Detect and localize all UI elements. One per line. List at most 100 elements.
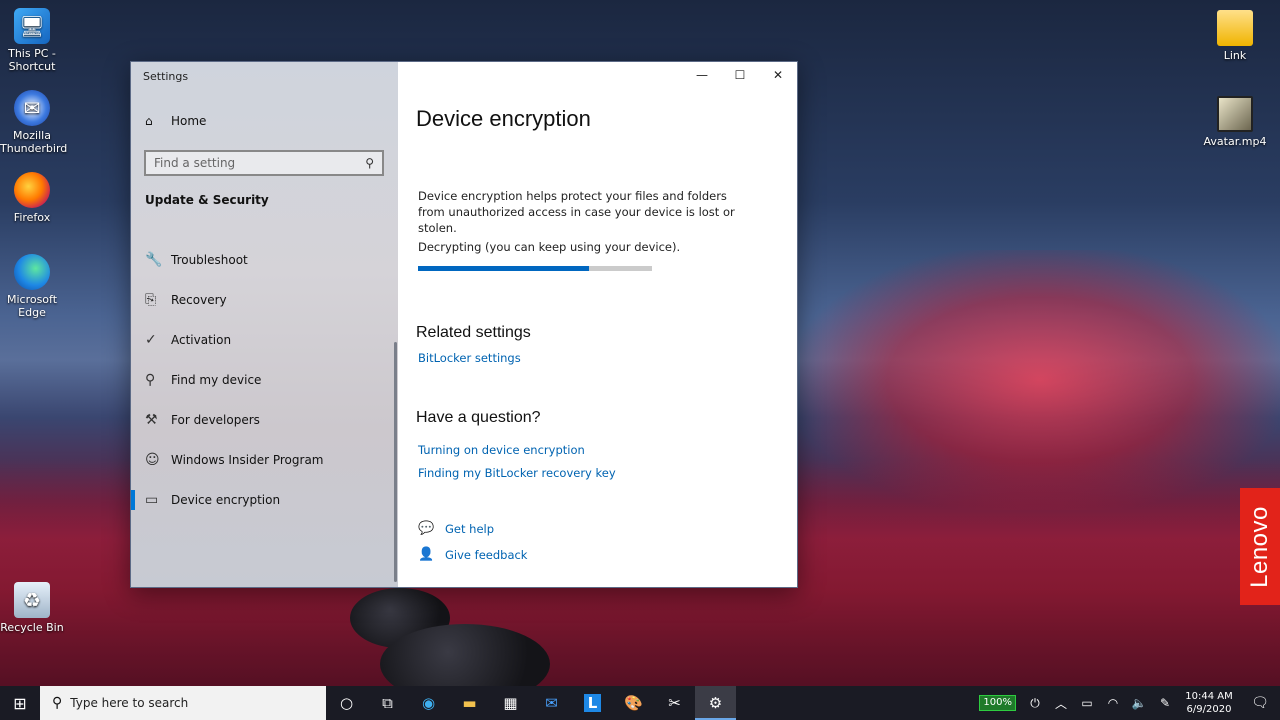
start-button[interactable]: ⊞ <box>0 686 40 720</box>
search-icon: ⚲ <box>52 695 63 711</box>
volume-icon[interactable]: 🔈 <box>1126 696 1152 710</box>
clock[interactable]: 10:44 AM 6/9/2020 <box>1178 690 1240 716</box>
wrench-icon: 🔧 <box>145 252 163 268</box>
give-feedback-label: Give feedback <box>445 547 528 562</box>
bitlocker-settings-link[interactable]: BitLocker settings <box>418 351 521 365</box>
sidebar-item-activation[interactable]: ✓ Activation <box>131 320 398 360</box>
desktop-icon-firefox[interactable]: Firefox <box>0 172 64 224</box>
taskbar-file-explorer[interactable]: ▬ <box>449 686 490 720</box>
desktop-icon-recycle-bin[interactable]: ♻ Recycle Bin <box>0 582 64 634</box>
sidebar-item-device-encryption[interactable]: ▭ Device encryption <box>131 480 398 520</box>
taskbar-snipping[interactable]: ✂ <box>654 686 695 720</box>
task-view-button[interactable]: ⧉ <box>367 686 408 720</box>
system-tray: 100% ⏻ ︿ ▭ ◠ 🔈 ✎ 10:44 AM 6/9/2020 🗨 <box>979 686 1280 720</box>
nav-scrollbar[interactable] <box>394 342 397 582</box>
folder-icon <box>1217 10 1253 46</box>
desktop-icon-label: Thunderbird <box>0 142 68 155</box>
nav-home[interactable]: ⌂ Home <box>145 114 206 128</box>
battery-percent-badge[interactable]: 100% <box>979 695 1016 711</box>
chat-help-icon: 💬 <box>418 521 435 536</box>
sidebar-item-find-my-device[interactable]: ⚲ Find my device <box>131 360 398 400</box>
sidebar-item-label: For developers <box>171 413 260 427</box>
taskbar-mail[interactable]: ✉ <box>531 686 572 720</box>
maximize-button[interactable]: ☐ <box>721 62 759 88</box>
find-recovery-key-link[interactable]: Finding my BitLocker recovery key <box>418 466 616 480</box>
taskbar-lenovo-vantage[interactable]: L <box>572 686 613 720</box>
feedback-icon: 👤 <box>418 547 435 562</box>
settings-window: Settings ⌂ Home ⚲ Update & Security 🔧 Tr… <box>130 61 798 588</box>
close-icon: ✕ <box>772 68 784 82</box>
snipping-icon: ✂ <box>668 694 681 712</box>
get-help-label: Get help <box>445 521 495 536</box>
file-explorer-icon: ▬ <box>462 694 477 712</box>
lenovo-logo: Lenovo <box>1240 488 1280 605</box>
insider-cat-icon: ☺ <box>145 452 160 468</box>
sidebar-item-troubleshoot[interactable]: 🔧 Troubleshoot <box>131 240 398 280</box>
store-icon: ▦ <box>503 694 518 712</box>
minimize-icon: — <box>696 68 708 82</box>
firefox-icon <box>14 172 50 208</box>
power-plug-icon[interactable]: ⏻ <box>1022 696 1048 711</box>
desktop-icon-label: Mozilla <box>13 129 51 142</box>
cortana-button[interactable]: ○ <box>326 686 367 720</box>
recycle-bin-icon: ♻ <box>14 582 50 618</box>
sidebar-item-label: Windows Insider Program <box>171 453 324 467</box>
chevron-up-icon[interactable]: ︿ <box>1048 695 1074 712</box>
section-title: Update & Security <box>145 193 269 207</box>
nav-home-label: Home <box>171 114 207 128</box>
find-setting-search[interactable]: ⚲ <box>144 150 384 176</box>
turning-on-encryption-link[interactable]: Turning on device encryption <box>418 443 585 457</box>
video-file-icon <box>1217 96 1253 132</box>
taskbar-settings[interactable]: ⚙ <box>695 686 736 720</box>
desktop-icon-avatar-video[interactable]: Avatar.mp4 <box>1203 96 1267 148</box>
sidebar-item-recovery[interactable]: ⎘ Recovery <box>131 280 398 320</box>
get-help-link[interactable]: 💬 Get help <box>418 521 494 536</box>
sidebar-item-label: Troubleshoot <box>171 253 248 267</box>
sidebar-item-label: Find my device <box>171 373 262 387</box>
notification-icon[interactable]: 🗨 <box>1240 695 1280 711</box>
home-icon: ⌂ <box>145 114 153 128</box>
check-circle-icon: ✓ <box>145 332 157 348</box>
desktop-icon-label: Link <box>1223 49 1247 62</box>
settings-gear-icon: ⚙ <box>708 694 723 712</box>
windows-logo-icon: ⊞ <box>13 693 27 713</box>
person-location-icon: ⚲ <box>145 372 156 388</box>
minimize-button[interactable]: — <box>683 62 721 88</box>
desktop-icon-label: Avatar.mp4 <box>1203 135 1267 148</box>
search-icon[interactable]: ⚲ <box>365 156 374 170</box>
pen-icon[interactable]: ✎ <box>1152 696 1178 710</box>
desktop-icon-label: Microsoft <box>6 293 58 306</box>
desktop-icon-thunderbird[interactable]: ✉ Mozilla Thunderbird <box>0 90 68 155</box>
edge-icon <box>14 254 50 290</box>
desktop-icon-label: Firefox <box>13 211 51 224</box>
sidebar-item-for-developers[interactable]: ⚒ For developers <box>131 400 398 440</box>
desktop-icon-label: Recycle Bin <box>0 621 64 634</box>
taskbar-store[interactable]: ▦ <box>490 686 531 720</box>
search-input[interactable] <box>154 156 366 170</box>
desktop-icon-link[interactable]: Link <box>1203 10 1267 62</box>
sidebar-item-windows-insider[interactable]: ☺ Windows Insider Program <box>131 440 398 480</box>
sidebar-item-label: Activation <box>171 333 232 347</box>
desktop-icon-edge[interactable]: Microsoft Edge <box>0 254 64 319</box>
edge-icon: ◉ <box>421 694 436 712</box>
content-pane: — ☐ ✕ Device encryption Device encryptio… <box>398 62 797 587</box>
taskbar-search[interactable]: ⚲ Type here to search <box>40 686 326 720</box>
page-title: Device encryption <box>416 106 591 131</box>
wifi-icon[interactable]: ◠ <box>1100 696 1126 710</box>
close-button[interactable]: ✕ <box>759 62 797 88</box>
taskbar-paint[interactable]: 🎨 <box>613 686 654 720</box>
battery-icon[interactable]: ▭ <box>1074 696 1100 710</box>
taskbar-edge[interactable]: ◉ <box>408 686 449 720</box>
computer-icon: 🖥 <box>14 8 50 44</box>
cortana-icon: ○ <box>339 694 354 712</box>
clock-time: 10:44 AM <box>1185 691 1233 702</box>
desktop-icon-label: This PC - <box>8 47 56 60</box>
desktop-icon-this-pc[interactable]: 🖥 This PC - Shortcut <box>0 8 64 73</box>
app-title: Settings <box>143 70 189 83</box>
thunderbird-icon: ✉ <box>14 90 50 126</box>
have-a-question-heading: Have a question? <box>416 409 541 426</box>
recovery-icon: ⎘ <box>145 292 157 308</box>
desktop-icon-label: Edge <box>18 306 46 319</box>
give-feedback-link[interactable]: 👤 Give feedback <box>418 547 527 562</box>
decrypting-status: Decrypting (you can keep using your devi… <box>418 240 681 254</box>
